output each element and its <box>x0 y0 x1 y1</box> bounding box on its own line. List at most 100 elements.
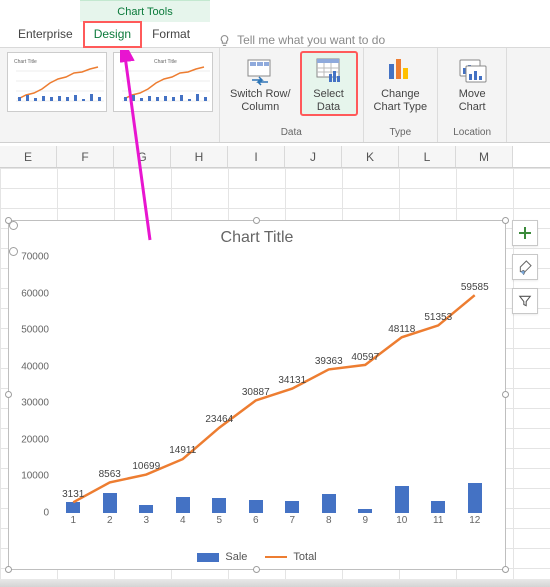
x-tick-label: 5 <box>201 515 238 529</box>
chart-elements-button[interactable] <box>512 220 538 246</box>
group-chart-styles: Chart Title Chart Title . <box>0 48 220 142</box>
chart-style-thumb[interactable]: Chart Title <box>7 52 107 112</box>
x-tick-label: 11 <box>420 515 457 529</box>
column-header[interactable]: J <box>285 146 342 167</box>
y-tick-label: 70000 <box>21 252 49 263</box>
x-tick-label: 10 <box>384 515 421 529</box>
resize-handle[interactable] <box>502 391 509 398</box>
filter-icon <box>518 294 532 308</box>
x-tick-label: 9 <box>347 515 384 529</box>
switch-row-column-icon <box>244 54 276 86</box>
y-tick-label: 60000 <box>21 288 49 299</box>
group-type: Change Chart Type Type <box>364 48 439 142</box>
brush-icon <box>517 259 533 275</box>
legend-swatch-bar <box>197 553 219 562</box>
legend-item-total[interactable]: Total <box>265 551 316 563</box>
group-type-label: Type <box>389 128 411 140</box>
column-headers: EFGHIJKLM <box>0 146 550 168</box>
ribbon-tabs: Enterprise Design Format Tell me what yo… <box>0 22 550 48</box>
column-header[interactable]: I <box>228 146 285 167</box>
data-label: 48118 <box>388 324 415 335</box>
tell-me-placeholder: Tell me what you want to do <box>237 33 385 47</box>
chart-filter-button[interactable] <box>512 288 538 314</box>
select-data-icon <box>313 54 345 86</box>
resize-handle[interactable] <box>502 566 509 573</box>
x-tick-label: 8 <box>311 515 348 529</box>
tab-enterprise[interactable]: Enterprise <box>8 22 83 47</box>
x-axis: 123456789101112 <box>55 515 493 529</box>
data-label: 30887 <box>242 387 270 398</box>
legend[interactable]: Sale Total <box>9 551 505 563</box>
column-header[interactable]: K <box>342 146 399 167</box>
legend-swatch-line <box>265 556 287 558</box>
embedded-chart[interactable]: Chart Title 0100002000030000400005000060… <box>8 220 506 570</box>
ribbon: Chart Title Chart Title . <box>0 48 550 143</box>
chart-title[interactable]: Chart Title <box>9 221 505 247</box>
plus-icon <box>518 226 532 240</box>
change-chart-type-icon <box>384 54 416 86</box>
switch-row-column-button[interactable]: Switch Row/ Column <box>226 52 295 115</box>
data-label: 34131 <box>278 375 306 386</box>
tab-format[interactable]: Format <box>142 22 200 47</box>
y-tick-label: 0 <box>43 508 49 519</box>
column-header[interactable]: F <box>57 146 114 167</box>
data-label: 23464 <box>205 414 233 425</box>
group-data: Switch Row/ Column Select Data Data <box>220 48 364 142</box>
legend-label: Total <box>293 551 316 563</box>
tab-design[interactable]: Design <box>83 21 142 48</box>
resize-handle[interactable] <box>253 217 260 224</box>
group-location-label: Location <box>453 128 491 140</box>
x-tick-label: 4 <box>165 515 202 529</box>
chart-styles-button[interactable] <box>512 254 538 280</box>
select-data-button[interactable]: Select Data <box>301 52 357 115</box>
resize-handle[interactable] <box>253 566 260 573</box>
switch-row-column-label: Switch Row/ Column <box>230 88 291 113</box>
move-chart-icon <box>456 54 488 86</box>
data-label: 40597 <box>351 351 379 362</box>
resize-handle[interactable] <box>5 217 12 224</box>
svg-text:Chart Title: Chart Title <box>14 59 37 65</box>
resize-handle[interactable] <box>502 217 509 224</box>
column-header[interactable]: L <box>399 146 456 167</box>
data-label: 59585 <box>461 282 489 293</box>
worksheet-grid[interactable]: EFGHIJKLM Chart Title 0 10000 20000 30000 40… <box>0 146 550 579</box>
y-axis: 010000200003000040000500006000070000 <box>9 257 53 513</box>
chart-style-preview-icon: Chart Title <box>8 53 107 112</box>
change-chart-type-label: Change Chart Type <box>374 88 428 113</box>
data-label: 8563 <box>99 468 121 479</box>
column-header[interactable]: M <box>456 146 513 167</box>
svg-text:Chart Title: Chart Title <box>154 59 177 65</box>
y-tick-label: 30000 <box>21 398 49 409</box>
data-label: 14911 <box>169 445 196 456</box>
column-header[interactable]: E <box>0 146 57 167</box>
x-tick-label: 6 <box>238 515 275 529</box>
data-label: 10699 <box>132 461 160 472</box>
y-tick-label: 20000 <box>21 434 49 445</box>
legend-item-sale[interactable]: Sale <box>197 551 247 563</box>
tell-me-search[interactable]: Tell me what you want to do <box>218 33 385 47</box>
data-label: 3131 <box>62 488 84 499</box>
data-label: 39363 <box>315 356 343 367</box>
chart-style-preview-icon: Chart Title <box>114 53 213 112</box>
column-header[interactable]: H <box>171 146 228 167</box>
x-tick-label: 1 <box>55 515 92 529</box>
y-tick-label: 10000 <box>21 471 49 482</box>
group-data-label: Data <box>281 128 302 140</box>
group-location: Move Chart Location <box>438 48 507 142</box>
x-tick-label: 2 <box>92 515 129 529</box>
x-tick-label: 3 <box>128 515 165 529</box>
x-tick-label: 12 <box>457 515 494 529</box>
move-chart-button[interactable]: Move Chart <box>444 52 500 115</box>
lightbulb-icon <box>218 34 231 47</box>
chart-style-thumb[interactable]: Chart Title <box>113 52 213 112</box>
change-chart-type-button[interactable]: Change Chart Type <box>370 52 432 115</box>
move-chart-label: Move Chart <box>459 88 486 113</box>
chart-side-buttons <box>512 220 538 314</box>
plot-area[interactable]: 3131 8563 10699 14911 23464 30887 34131 39363 40… <box>55 257 493 513</box>
select-data-label: Select Data <box>313 88 344 113</box>
resize-handle[interactable] <box>5 566 12 573</box>
column-header[interactable]: G <box>114 146 171 167</box>
contextual-tab-group: Chart Tools <box>80 0 210 22</box>
data-label: 51353 <box>424 312 452 323</box>
footer-shadow <box>0 579 550 587</box>
